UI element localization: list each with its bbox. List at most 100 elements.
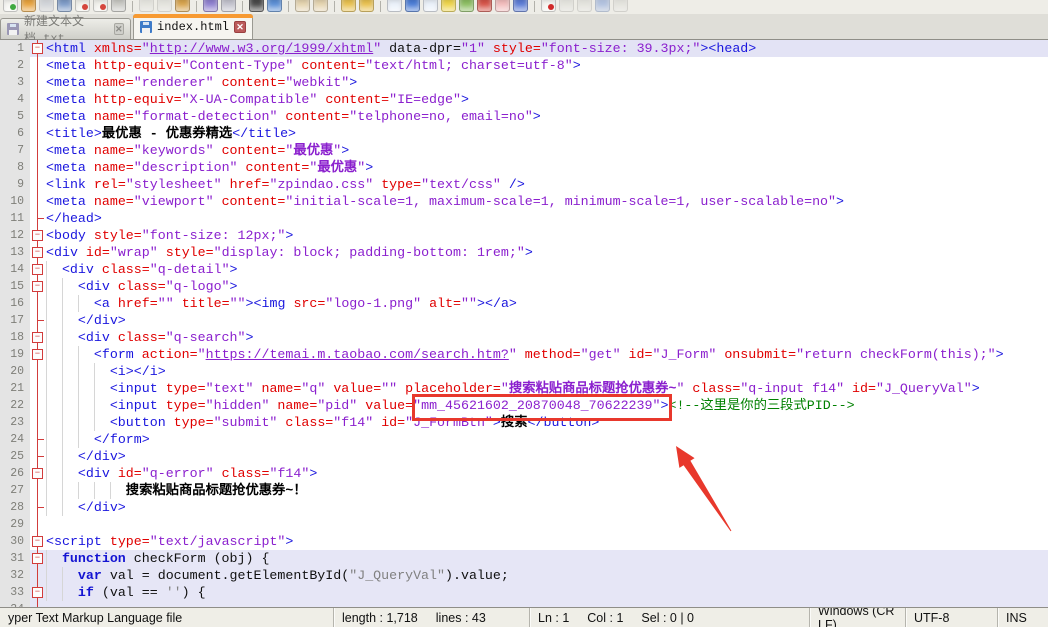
code-line-13[interactable]: 13−<div id="wrap" style="display: block;… [0, 244, 1048, 261]
find-icon[interactable] [249, 0, 264, 12]
fold-collapse-icon[interactable]: − [32, 587, 43, 598]
code-line-26[interactable]: 26−<div id="q-error" class="f14"> [0, 465, 1048, 482]
fold-margin [30, 125, 46, 142]
status-cursor-position: Ln : 1 Col : 1 Sel : 0 | 0 [529, 608, 809, 627]
show-all-characters-icon[interactable] [405, 0, 420, 12]
undo-icon[interactable] [203, 0, 218, 12]
fold-margin: − [30, 261, 46, 278]
fold-margin [30, 295, 46, 312]
code-line-15[interactable]: 15−<div class="q-logo"> [0, 278, 1048, 295]
fold-margin: − [30, 40, 46, 57]
editor[interactable]: 1−<html xmlns="http://www.w3.org/1999/xh… [0, 40, 1048, 607]
fold-margin [30, 108, 46, 125]
status-ln: Ln : 1 [538, 611, 569, 625]
code-line-27[interactable]: 27搜索粘贴商品标题抢优惠券~！ [0, 482, 1048, 499]
code-line-25[interactable]: 25</div> [0, 448, 1048, 465]
code-line-32[interactable]: 32var val = document.getElementById("J_Q… [0, 567, 1048, 584]
line-number: 19 [0, 346, 30, 363]
code-line-5[interactable]: 5<meta name="format-detection" content="… [0, 108, 1048, 125]
redo-icon[interactable] [221, 0, 236, 12]
save-file-icon[interactable] [39, 0, 54, 12]
code-line-12[interactable]: 12−<body style="font-size: 12px;"> [0, 227, 1048, 244]
indent-guide-icon[interactable] [423, 0, 438, 12]
line-number: 28 [0, 499, 30, 516]
print-icon[interactable] [111, 0, 126, 12]
close-file-icon[interactable] [75, 0, 90, 12]
code-line-11[interactable]: 11</head> [0, 210, 1048, 227]
tab-new-text-document[interactable]: 新建文本文档.txt ✕ [0, 18, 131, 39]
fold-collapse-icon[interactable]: − [32, 468, 43, 479]
fold-margin: − [30, 227, 46, 244]
edit-macro-icon[interactable] [477, 0, 492, 12]
code-line-2[interactable]: 2<meta http-equiv="Content-Type" content… [0, 57, 1048, 74]
code-line-29[interactable]: 29 [0, 516, 1048, 533]
code-line-31[interactable]: 31−function checkForm (obj) { [0, 550, 1048, 567]
code-line-28[interactable]: 28</div> [0, 499, 1048, 516]
code-line-14[interactable]: 14−<div class="q-detail"> [0, 261, 1048, 278]
code-text: <div id="wrap" style="display: block; pa… [46, 244, 1048, 261]
save-all-icon[interactable] [57, 0, 72, 12]
fold-collapse-icon[interactable]: − [32, 264, 43, 275]
code-line-1[interactable]: 1−<html xmlns="http://www.w3.org/1999/xh… [0, 40, 1048, 57]
close-tab-icon[interactable]: ✕ [114, 23, 124, 35]
zoom-in-icon[interactable] [295, 0, 310, 12]
code-line-20[interactable]: 20<i></i> [0, 363, 1048, 380]
tab-index-html[interactable]: index.html ✕ [133, 14, 253, 39]
code-line-4[interactable]: 4<meta http-equiv="X-UA-Compatible" cont… [0, 91, 1048, 108]
code-line-3[interactable]: 3<meta name="renderer" content="webkit"> [0, 74, 1048, 91]
close-tab-icon[interactable]: ✕ [234, 21, 246, 33]
playback-icon[interactable] [577, 0, 592, 12]
run-macro-multiple-icon[interactable] [595, 0, 610, 12]
fold-collapse-icon[interactable]: − [32, 332, 43, 343]
code-text: <title>最优惠 - 优惠券精选</title> [46, 125, 1048, 142]
replace-icon[interactable] [267, 0, 282, 12]
code-line-7[interactable]: 7<meta name="keywords" content="最优惠"> [0, 142, 1048, 159]
stop-playback-icon[interactable] [559, 0, 574, 12]
code-line-18[interactable]: 18−<div class="q-search"> [0, 329, 1048, 346]
code-line-17[interactable]: 17</div> [0, 312, 1048, 329]
cut-icon[interactable] [139, 0, 154, 12]
word-wrap-icon[interactable] [387, 0, 402, 12]
stop-macro-icon[interactable] [495, 0, 510, 12]
code-line-6[interactable]: 6<title>最优惠 - 优惠券精选</title> [0, 125, 1048, 142]
line-number: 2 [0, 57, 30, 74]
sync-scroll-horizontal-icon[interactable] [359, 0, 374, 12]
paste-icon[interactable] [175, 0, 190, 12]
status-doc-type: yper Text Markup Language file [0, 608, 333, 627]
code-line-24[interactable]: 24</form> [0, 431, 1048, 448]
code-line-8[interactable]: 8<meta name="description" content="最优惠"> [0, 159, 1048, 176]
code-line-16[interactable]: 16<a href="" title=""><img src="logo-1.p… [0, 295, 1048, 312]
code-text: if (val == '') { [46, 584, 1048, 601]
fold-collapse-icon[interactable]: − [32, 247, 43, 258]
fold-collapse-icon[interactable]: − [32, 230, 43, 241]
copy-icon[interactable] [157, 0, 172, 12]
open-file-icon[interactable] [21, 0, 36, 12]
fold-collapse-icon[interactable]: − [32, 43, 43, 54]
fold-collapse-icon[interactable]: − [32, 553, 43, 564]
code-line-10[interactable]: 10<meta name="viewport" content="initial… [0, 193, 1048, 210]
new-file-icon[interactable] [3, 0, 18, 12]
code-text: <meta name="renderer" content="webkit"> [46, 74, 1048, 91]
save-recorded-macro-icon[interactable] [613, 0, 628, 12]
function-list-icon[interactable] [441, 0, 456, 12]
sync-scroll-vertical-icon[interactable] [341, 0, 356, 12]
code-text: </head> [46, 210, 1048, 227]
fold-margin: − [30, 533, 46, 550]
code-line-30[interactable]: 30−<script type="text/javascript"> [0, 533, 1048, 550]
run-macro-icon[interactable] [513, 0, 528, 12]
code-line-33[interactable]: 33−if (val == '') { [0, 584, 1048, 601]
close-all-icon[interactable] [93, 0, 108, 12]
record-macro-icon[interactable] [541, 0, 556, 12]
code-line-19[interactable]: 19−<form action="https://temai.m.taobao.… [0, 346, 1048, 363]
document-map-icon[interactable] [459, 0, 474, 12]
code-text: 搜索粘贴商品标题抢优惠券~！ [46, 482, 1048, 499]
code-text: function checkForm (obj) { [46, 550, 1048, 567]
code-text: <a href="" title=""><img src="logo-1.png… [46, 295, 1048, 312]
code-line-9[interactable]: 9<link rel="stylesheet" href="zpindao.cs… [0, 176, 1048, 193]
fold-collapse-icon[interactable]: − [32, 349, 43, 360]
fold-collapse-icon[interactable]: − [32, 281, 43, 292]
fold-margin [30, 57, 46, 74]
zoom-out-icon[interactable] [313, 0, 328, 12]
fold-collapse-icon[interactable]: − [32, 536, 43, 547]
fold-margin [30, 91, 46, 108]
